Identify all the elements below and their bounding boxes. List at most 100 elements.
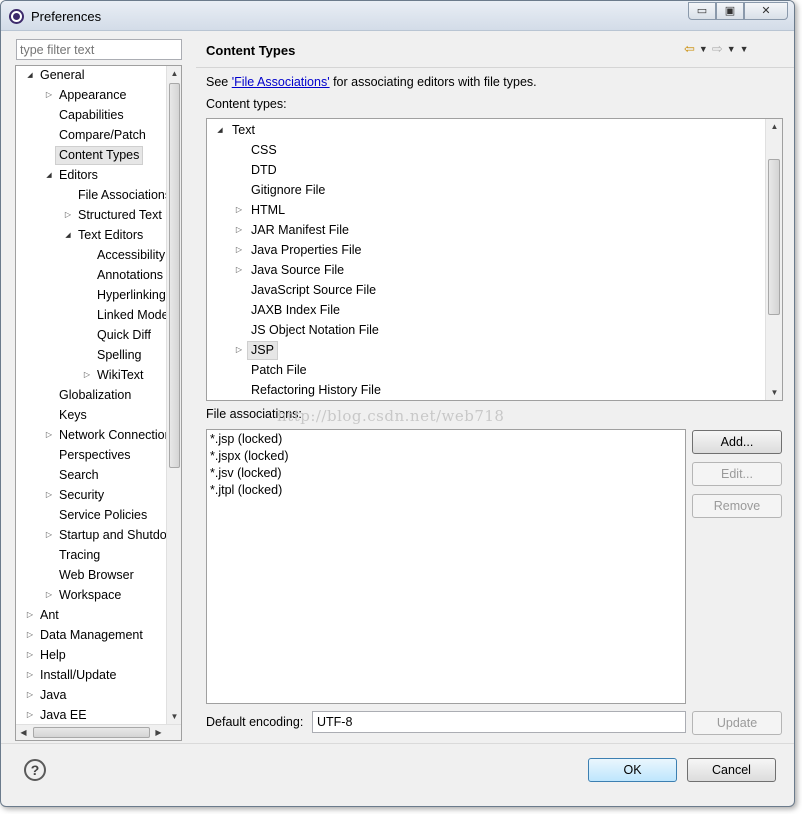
scroll-down-arrow-icon[interactable]: ▼ xyxy=(766,385,782,400)
update-button[interactable]: Update xyxy=(692,711,782,735)
collapsed-arrow-icon[interactable] xyxy=(25,685,35,705)
tree-item[interactable]: Service Policies xyxy=(16,505,166,525)
close-button[interactable]: ✕ xyxy=(744,2,788,20)
tree-item[interactable]: Install/Update xyxy=(16,665,166,685)
scroll-left-arrow-icon[interactable]: ◀ xyxy=(16,725,31,740)
content-type-item[interactable]: CSS xyxy=(207,140,762,160)
collapsed-arrow-icon[interactable] xyxy=(82,365,92,385)
tree-item[interactable]: Data Management xyxy=(16,625,166,645)
collapsed-arrow-icon[interactable] xyxy=(234,240,244,260)
tree-item[interactable]: Keys xyxy=(16,405,166,425)
collapsed-arrow-icon[interactable] xyxy=(234,260,244,280)
tree-item[interactable]: Java xyxy=(16,685,166,705)
maximize-button[interactable]: ▣ xyxy=(716,2,744,20)
tree-item[interactable]: Hyperlinking xyxy=(16,285,166,305)
tree-item[interactable]: Java EE xyxy=(16,705,166,725)
expanded-arrow-icon[interactable] xyxy=(63,225,73,245)
tree-horizontal-scrollbar[interactable]: ◀ ▶ xyxy=(16,724,181,740)
scrollbar-thumb[interactable] xyxy=(33,727,150,738)
tree-vertical-scrollbar[interactable]: ▲ ▼ xyxy=(166,66,181,724)
collapsed-arrow-icon[interactable] xyxy=(63,205,73,225)
tree-item[interactable]: Compare/Patch xyxy=(16,125,166,145)
edit-button[interactable]: Edit... xyxy=(692,462,782,486)
tree-item[interactable]: Appearance xyxy=(16,85,166,105)
minimize-button[interactable]: ▭ xyxy=(688,2,716,20)
collapsed-arrow-icon[interactable] xyxy=(25,665,35,685)
default-encoding-input[interactable] xyxy=(312,711,686,733)
file-association-item[interactable]: *.jtpl (locked) xyxy=(210,483,282,497)
collapsed-arrow-icon[interactable] xyxy=(25,605,35,625)
collapsed-arrow-icon[interactable] xyxy=(234,220,244,240)
collapsed-arrow-icon[interactable] xyxy=(25,645,35,665)
expanded-arrow-icon[interactable] xyxy=(215,120,225,140)
scroll-right-arrow-icon[interactable]: ▶ xyxy=(151,725,166,740)
content-type-item[interactable]: JAXB Index File xyxy=(207,300,762,320)
content-type-item[interactable]: JSP xyxy=(207,340,762,360)
tree-item[interactable]: Web Browser xyxy=(16,565,166,585)
content-type-item[interactable]: JS Object Notation File xyxy=(207,320,762,340)
tree-item[interactable]: Editors xyxy=(16,165,166,185)
content-type-item[interactable]: Text xyxy=(207,120,762,140)
tree-item[interactable]: Text Editors xyxy=(16,225,166,245)
remove-button[interactable]: Remove xyxy=(692,494,782,518)
collapsed-arrow-icon[interactable] xyxy=(234,200,244,220)
tree-item[interactable]: Perspectives xyxy=(16,445,166,465)
collapsed-arrow-icon[interactable] xyxy=(25,625,35,645)
tree-item[interactable]: General xyxy=(16,66,166,85)
collapsed-arrow-icon[interactable] xyxy=(44,485,54,505)
content-type-item[interactable]: Java Properties File xyxy=(207,240,762,260)
tree-item[interactable]: Tracing xyxy=(16,545,166,565)
file-associations-link[interactable]: 'File Associations' xyxy=(232,75,330,89)
view-menu-icon[interactable]: ▼ xyxy=(740,44,749,54)
content-type-item[interactable]: Patch File xyxy=(207,360,762,380)
content-type-item[interactable]: Java Source File xyxy=(207,260,762,280)
cancel-button[interactable]: Cancel xyxy=(687,758,776,782)
tree-item[interactable]: Content Types xyxy=(16,145,166,165)
tree-item[interactable]: Ant xyxy=(16,605,166,625)
tree-item[interactable]: Workspace xyxy=(16,585,166,605)
collapsed-arrow-icon[interactable] xyxy=(44,585,54,605)
preferences-tree[interactable]: General Appearance Capabilities Compare/Pat… xyxy=(15,65,182,741)
file-association-item[interactable]: *.jsv (locked) xyxy=(210,466,282,480)
add-button[interactable]: Add... xyxy=(692,430,782,454)
scrollbar-thumb[interactable] xyxy=(768,159,780,315)
forward-arrow-icon[interactable]: ⇨ xyxy=(712,41,723,57)
tree-item[interactable]: Network Connections xyxy=(16,425,178,445)
content-types-tree[interactable]: Text CSS DTD Gitignore File HTML JAR Manifest… xyxy=(206,118,783,401)
tree-item[interactable]: Startup and Shutdown xyxy=(16,525,181,545)
tree-item[interactable]: Capabilities xyxy=(16,105,166,125)
file-association-item[interactable]: *.jspx (locked) xyxy=(210,449,289,463)
filter-input[interactable] xyxy=(16,39,182,60)
file-association-item[interactable]: *.jsp (locked) xyxy=(210,432,282,446)
collapsed-arrow-icon[interactable] xyxy=(234,340,244,360)
collapsed-arrow-icon[interactable] xyxy=(44,85,54,105)
tree-item[interactable]: Help xyxy=(16,645,166,665)
collapsed-arrow-icon[interactable] xyxy=(44,525,54,545)
tree-item[interactable]: Security xyxy=(16,485,166,505)
forward-dropdown-icon[interactable]: ▼ xyxy=(727,44,736,54)
tree-item[interactable]: Globalization xyxy=(16,385,166,405)
tree-item[interactable]: WikiText xyxy=(16,365,166,385)
back-dropdown-icon[interactable]: ▼ xyxy=(699,44,708,54)
content-types-scrollbar[interactable]: ▲ ▼ xyxy=(765,119,782,400)
ok-button[interactable]: OK xyxy=(588,758,677,782)
content-type-item[interactable]: JavaScript Source File xyxy=(207,280,762,300)
collapsed-arrow-icon[interactable] xyxy=(44,425,54,445)
scroll-down-arrow-icon[interactable]: ▼ xyxy=(167,709,181,724)
tree-item[interactable]: Quick Diff xyxy=(16,325,166,345)
tree-item[interactable]: Search xyxy=(16,465,166,485)
back-arrow-icon[interactable]: ⇦ xyxy=(684,41,695,57)
title-bar[interactable]: Preferences ▭ ▣ ✕ xyxy=(1,1,794,31)
tree-item[interactable]: Annotations xyxy=(16,265,166,285)
expanded-arrow-icon[interactable] xyxy=(25,66,35,85)
expanded-arrow-icon[interactable] xyxy=(44,165,54,185)
content-type-item[interactable]: HTML xyxy=(207,200,762,220)
scrollbar-thumb[interactable] xyxy=(169,83,180,468)
collapsed-arrow-icon[interactable] xyxy=(25,705,35,725)
content-type-item[interactable]: Gitignore File xyxy=(207,180,762,200)
tree-item[interactable]: Structured Text Editors xyxy=(16,205,181,225)
help-icon[interactable]: ? xyxy=(24,759,46,781)
scroll-up-arrow-icon[interactable]: ▲ xyxy=(167,66,181,81)
tree-item[interactable]: File Associations xyxy=(16,185,171,205)
content-type-item[interactable]: Refactoring History File xyxy=(207,380,762,400)
